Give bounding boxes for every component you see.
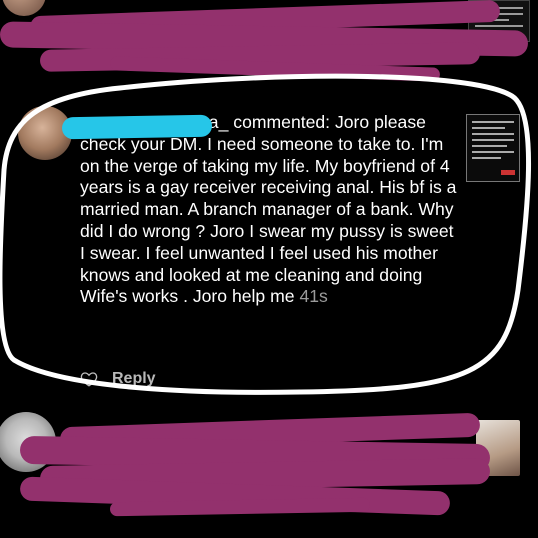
comment-verb: commented:	[233, 112, 331, 132]
avatar-top[interactable]	[2, 0, 46, 16]
comment-message: Joro please check your DM. I need someon…	[80, 112, 457, 307]
comment-timestamp: 41s	[299, 286, 328, 307]
post-thumbnail[interactable]	[466, 114, 520, 182]
heart-outline-icon[interactable]	[80, 370, 98, 388]
reply-button[interactable]: Reply	[112, 370, 156, 388]
username-redaction	[61, 114, 213, 140]
comment-actions: Reply	[80, 368, 156, 390]
comment-text: va_ commented: Joro please check your DM…	[80, 112, 460, 308]
comment-body: va_ commented: Joro please check your DM…	[80, 112, 460, 308]
